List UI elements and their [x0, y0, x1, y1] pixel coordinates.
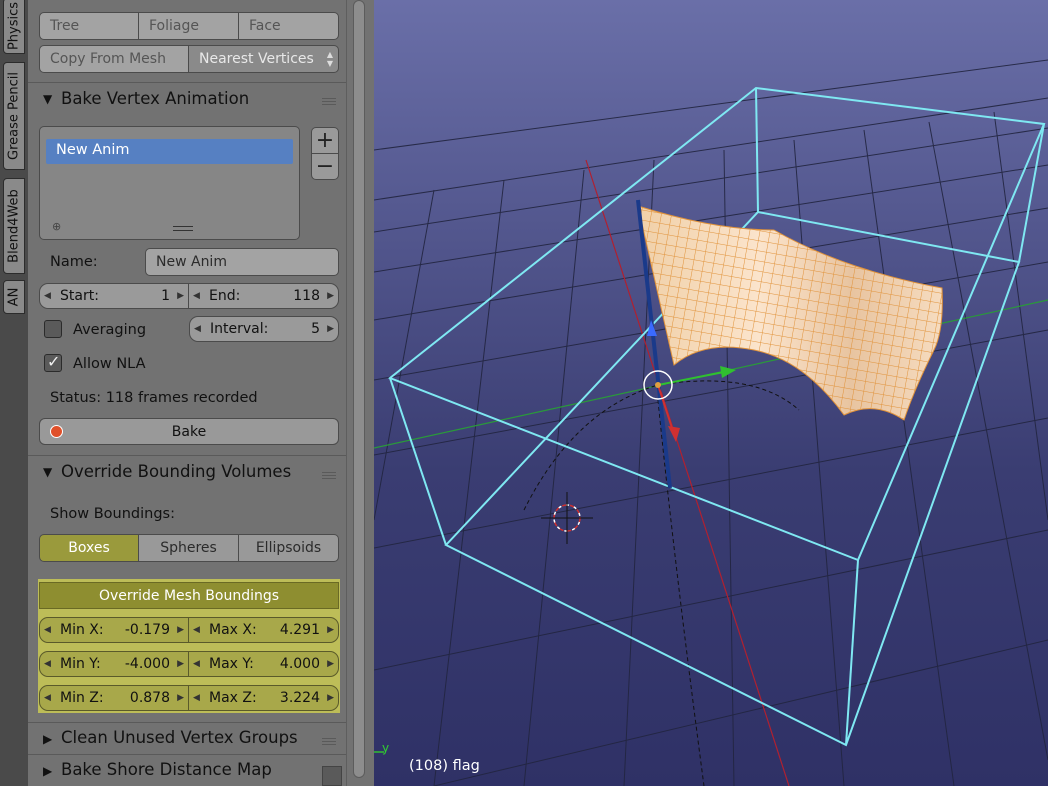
checkmark-icon: ✓: [47, 352, 61, 371]
status-text: Status: 118 frames recorded: [50, 390, 258, 406]
drag-grip-icon[interactable]: [322, 737, 336, 745]
resize-grip-icon[interactable]: [173, 226, 193, 231]
nearest-vertices-select[interactable]: Nearest Vertices ▲ ▼: [188, 45, 339, 73]
tab-physics-label: Physics: [6, 1, 22, 51]
name-label: Name:: [50, 254, 98, 270]
list-item[interactable]: New Anim: [46, 139, 293, 164]
y-gizmo: [657, 371, 725, 386]
allow-nla-checkbox[interactable]: ✓: [44, 352, 62, 372]
tab-an[interactable]: AN: [3, 280, 25, 314]
bake-shore-distance-map-header[interactable]: Bake Shore Distance Map: [61, 760, 272, 779]
tab-grease-pencil-label: Grease Pencil: [6, 72, 22, 160]
interval-field[interactable]: ◀ Interval: 5 ▶: [189, 316, 339, 342]
allow-nla-label: Allow NLA: [73, 356, 146, 372]
minus-icon: −: [315, 154, 335, 179]
copy-from-mesh-button[interactable]: Copy From Mesh: [39, 45, 189, 73]
min-z-field[interactable]: ◀ Min Z: 0.878 ▶: [39, 685, 189, 711]
tab-physics[interactable]: Physics: [3, 0, 25, 54]
max-z-field[interactable]: ◀ Max Z: 3.224 ▶: [188, 685, 339, 711]
add-filter-icon[interactable]: ⊕: [52, 220, 61, 233]
end-field[interactable]: ◀ End: 118 ▶: [188, 283, 339, 309]
face-button[interactable]: Face: [238, 12, 339, 40]
tab-an-label: AN: [6, 287, 22, 307]
viewport-scene: [374, 59, 1048, 786]
axis-y-label: y: [382, 741, 390, 755]
object-label: (108) flag: [409, 758, 480, 774]
boxes-button[interactable]: Boxes: [39, 534, 139, 562]
averaging-checkbox[interactable]: [44, 320, 62, 338]
remove-anim-button[interactable]: −: [311, 153, 339, 180]
drag-grip-icon[interactable]: [322, 471, 336, 479]
plus-icon: +: [315, 128, 335, 153]
tab-blend4web[interactable]: Blend4Web: [3, 178, 25, 274]
max-x-field[interactable]: ◀ Max X: 4.291 ▶: [188, 617, 339, 643]
corner-widget[interactable]: [322, 766, 342, 786]
ellipsoids-button[interactable]: Ellipsoids: [238, 534, 339, 562]
panel-scrollbar[interactable]: [353, 0, 365, 778]
bake-vertex-animation-header[interactable]: Bake Vertex Animation: [61, 89, 249, 108]
x-arrow-icon: [668, 426, 680, 442]
min-y-field[interactable]: ◀ Min Y: -4.000 ▶: [39, 651, 189, 677]
averaging-label: Averaging: [73, 322, 147, 338]
bake-button[interactable]: Bake: [39, 418, 339, 445]
list-item-label: New Anim: [56, 142, 130, 158]
show-boundings-label: Show Boundings:: [50, 506, 175, 522]
tab-blend4web-label: Blend4Web: [6, 189, 22, 263]
side-tabs: Physics Grease Pencil Blend4Web AN: [0, 0, 28, 786]
name-field[interactable]: New Anim: [145, 248, 339, 276]
expand-triangle-icon[interactable]: ▶: [43, 732, 52, 746]
override-mesh-boundings-toggle[interactable]: Override Mesh Boundings: [39, 582, 339, 609]
clean-unused-vertex-groups-header[interactable]: Clean Unused Vertex Groups: [61, 728, 298, 747]
record-icon: [50, 425, 63, 438]
3d-viewport[interactable]: y (108) flag: [374, 0, 1048, 786]
tree-button[interactable]: Tree: [39, 12, 139, 40]
drag-grip-icon[interactable]: [322, 97, 336, 105]
spheres-button[interactable]: Spheres: [138, 534, 239, 562]
add-anim-button[interactable]: +: [311, 127, 339, 154]
expand-triangle-icon[interactable]: ▶: [43, 764, 52, 778]
collapse-triangle-icon[interactable]: ▼: [43, 465, 52, 479]
collapse-triangle-icon[interactable]: ▼: [43, 92, 52, 106]
panel-scrollbar-track: [346, 0, 374, 786]
start-field[interactable]: ◀ Start: 1 ▶: [39, 283, 189, 309]
origin-icon: [655, 382, 661, 388]
foliage-button[interactable]: Foliage: [138, 12, 239, 40]
updown-icon: ▲ ▼: [326, 50, 333, 68]
min-x-field[interactable]: ◀ Min X: -0.179 ▶: [39, 617, 189, 643]
max-y-field[interactable]: ◀ Max Y: 4.000 ▶: [188, 651, 339, 677]
override-bounding-volumes-header[interactable]: Override Bounding Volumes: [61, 462, 291, 481]
tab-grease-pencil[interactable]: Grease Pencil: [3, 62, 25, 170]
